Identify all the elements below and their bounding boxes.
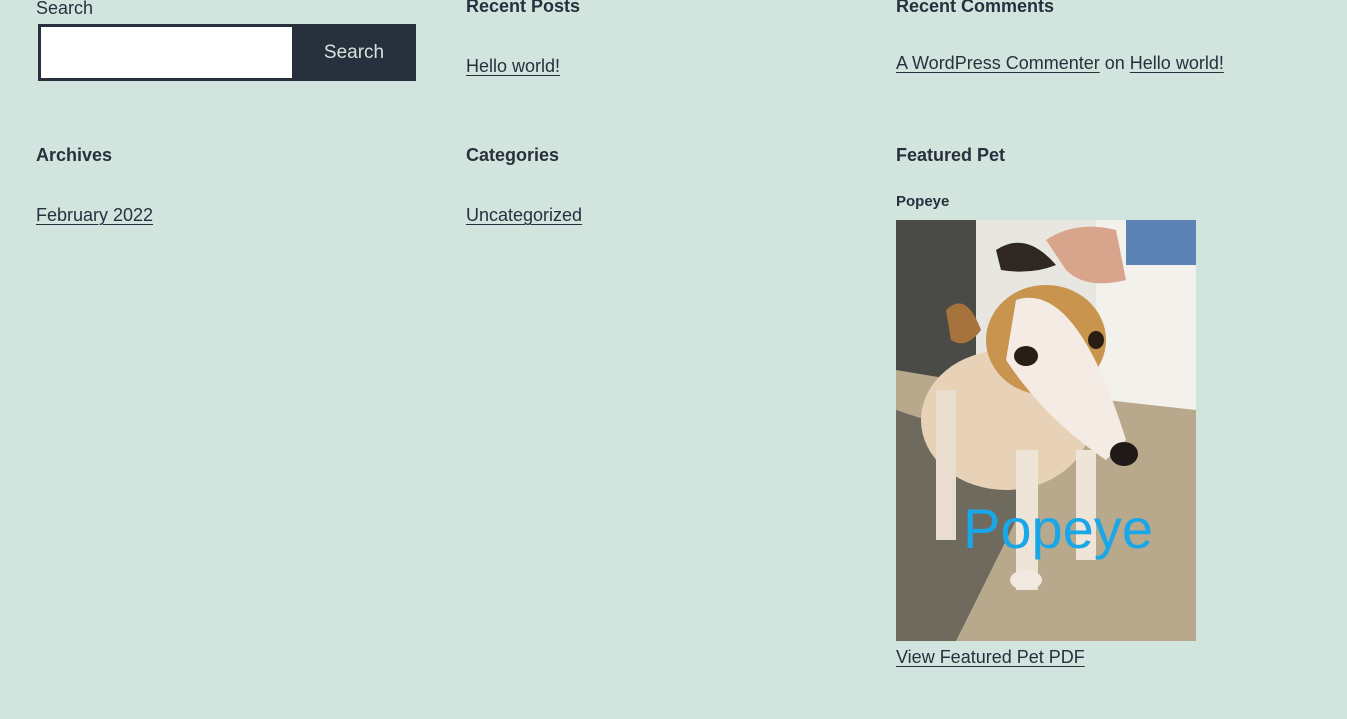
comment-connector: on [1104, 53, 1125, 73]
search-input[interactable] [38, 24, 292, 81]
featured-pet-pdf-link[interactable]: View Featured Pet PDF [896, 647, 1085, 668]
search-form: Search [38, 24, 416, 81]
recent-posts-title: Recent Posts [466, 0, 581, 16]
category-link-uncategorized[interactable]: Uncategorized [466, 205, 582, 226]
featured-pet-image[interactable]: Popeye [896, 220, 1196, 641]
search-label: Search [36, 0, 94, 18]
comment-post-link[interactable]: Hello world! [1130, 53, 1224, 73]
image-caption: Popeye [963, 497, 1153, 560]
recent-comments-title: Recent Comments [896, 0, 1055, 16]
categories-title: Categories [466, 145, 560, 165]
featured-pet-title: Featured Pet [896, 145, 1006, 165]
greyhound-photo: Popeye [896, 220, 1196, 641]
search-button[interactable]: Search [292, 24, 416, 81]
recent-comment-item: A WordPress Commenter on Hello world! [896, 53, 1224, 74]
comment-author-link[interactable]: A WordPress Commenter [896, 53, 1100, 73]
pet-name: Popeye [896, 193, 950, 210]
archive-link-february-2022[interactable]: February 2022 [36, 205, 153, 226]
archives-title: Archives [36, 145, 113, 165]
recent-post-link[interactable]: Hello world! [466, 56, 560, 77]
